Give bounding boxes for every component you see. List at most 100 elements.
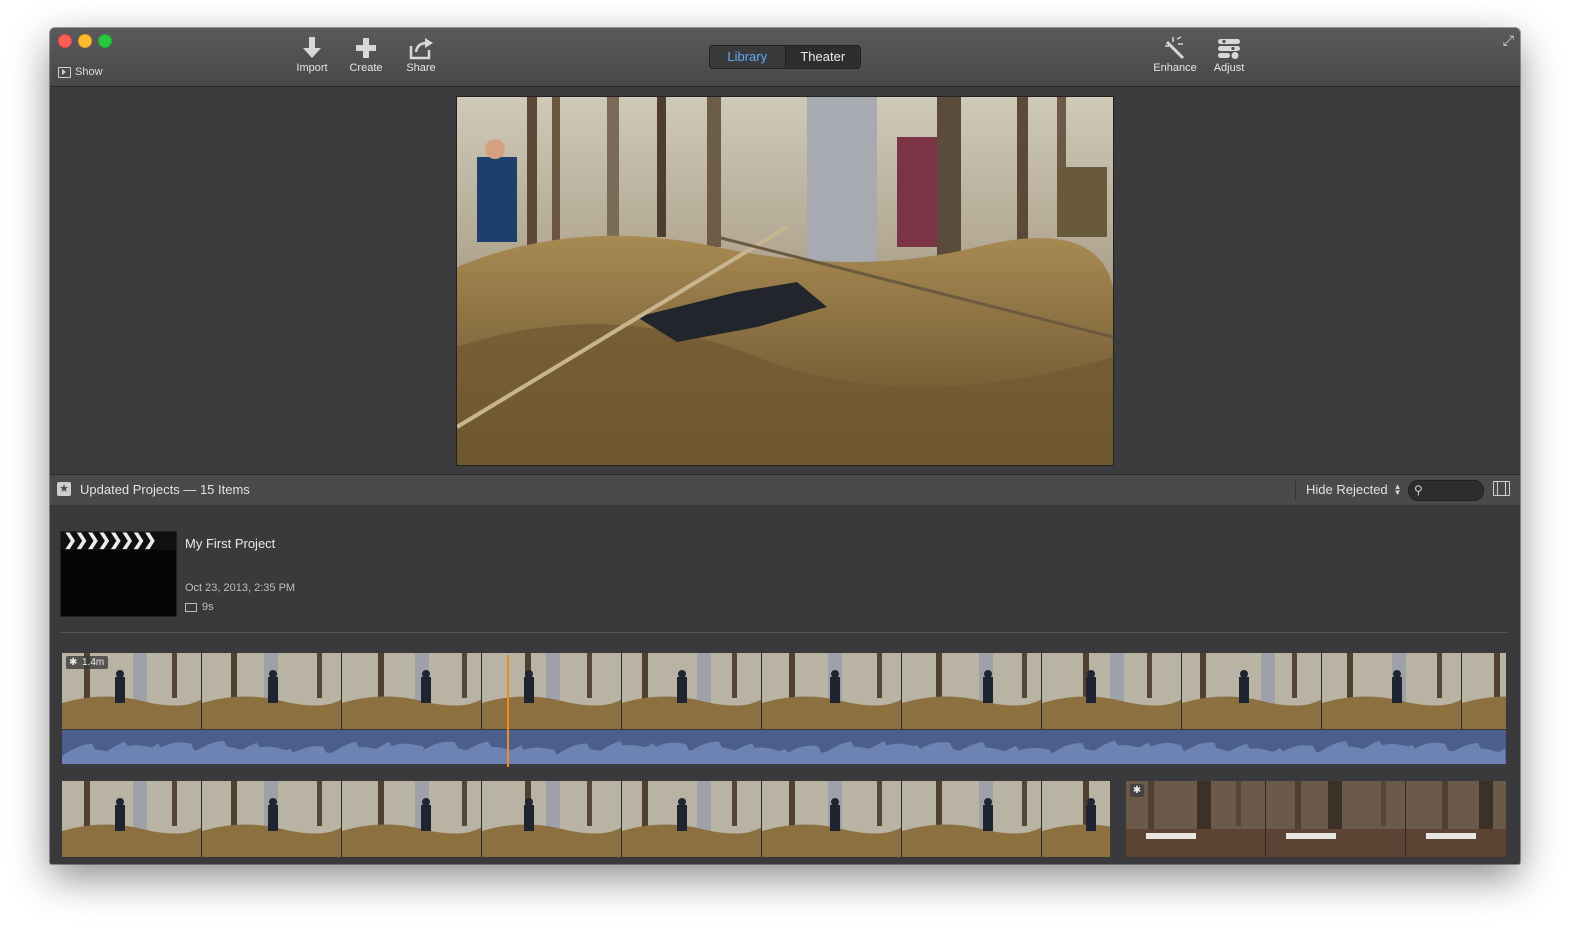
video-thumbnail xyxy=(482,781,621,857)
video-thumbnail xyxy=(1462,653,1506,729)
filmstrip-frame xyxy=(762,781,902,857)
tab-library[interactable]: Library xyxy=(710,46,786,68)
filmstrip-frame xyxy=(1406,781,1506,857)
video-thumbnail xyxy=(1406,781,1506,857)
project-area: ❯❯❯❯❯❯❯❯ My First Project Oct 23, 2013, … xyxy=(50,505,1520,864)
video-thumbnail xyxy=(902,653,1041,729)
video-thumbnail xyxy=(202,653,341,729)
video-thumbnail xyxy=(1182,653,1321,729)
clapperboard-icon: ❯❯❯❯❯❯❯❯ xyxy=(61,532,176,550)
adjust-button[interactable]: Adjust xyxy=(1204,36,1254,74)
expand-arrows-icon: ⤢ xyxy=(1502,32,1514,48)
import-button[interactable]: Import xyxy=(287,36,337,74)
tab-theater[interactable]: Theater xyxy=(786,46,861,68)
viewer xyxy=(50,87,1520,474)
video-thumbnail xyxy=(1322,653,1461,729)
video-thumbnail xyxy=(202,781,341,857)
section-divider xyxy=(60,632,1508,633)
filmstrip-frame xyxy=(902,653,1042,729)
enhance-button[interactable]: Enhance xyxy=(1150,36,1200,74)
video-thumbnail xyxy=(762,653,901,729)
audio-waveform xyxy=(62,730,1506,764)
clip-appearance-icon[interactable] xyxy=(1493,481,1510,496)
minimize-window-button[interactable] xyxy=(78,34,92,48)
video-preview[interactable] xyxy=(456,96,1114,466)
enhance-label: Enhance xyxy=(1153,62,1197,74)
bar-divider xyxy=(1295,481,1296,499)
zoom-window-button[interactable] xyxy=(98,34,112,48)
video-thumbnail xyxy=(762,781,901,857)
filmstrip-frame xyxy=(1042,653,1182,729)
magic-wand-icon xyxy=(1165,36,1185,60)
adjust-sliders-icon xyxy=(1218,39,1240,59)
project-duration: 9s xyxy=(185,601,214,613)
filmstrip-frame xyxy=(622,653,762,729)
clip-row-2[interactable] xyxy=(62,781,1110,864)
filmstrip-frame xyxy=(202,781,342,857)
toolbar: Show Import Create Share Library Theater… xyxy=(50,28,1520,87)
project-date: Oct 23, 2013, 2:35 PM xyxy=(185,582,296,594)
clip-options-icon: ✱ xyxy=(1130,784,1144,797)
filmstrip-frame xyxy=(762,653,902,729)
playhead[interactable] xyxy=(506,655,509,767)
video-thumbnail xyxy=(342,781,481,857)
filmstrip-frame xyxy=(1126,781,1266,857)
video-thumbnail xyxy=(622,781,761,857)
updown-chevron-icon: ▲ ▼ xyxy=(1393,481,1402,497)
show-libraries-button[interactable]: Show xyxy=(58,66,103,78)
show-label: Show xyxy=(75,66,103,78)
plus-icon xyxy=(356,38,376,58)
filmstrip-frame xyxy=(482,781,622,857)
import-arrow-icon xyxy=(303,37,321,58)
filmstrip-frame xyxy=(482,653,622,729)
browser-title: Updated Projects — 15 Items xyxy=(80,482,250,497)
project-duration-value: 9s xyxy=(202,601,214,613)
create-button[interactable]: Create xyxy=(341,36,391,74)
adjust-label: Adjust xyxy=(1213,62,1245,74)
import-label: Import xyxy=(296,62,328,74)
close-window-button[interactable] xyxy=(58,34,72,48)
search-field[interactable]: ⚲ xyxy=(1408,480,1484,501)
project-name[interactable]: My First Project xyxy=(185,536,275,551)
fullscreen-button[interactable]: ⤢ xyxy=(1503,32,1514,49)
hide-rejected-popup[interactable]: Hide Rejected ▲ ▼ xyxy=(1306,482,1402,497)
filmstrip-frame xyxy=(1182,653,1322,729)
share-icon xyxy=(409,38,433,60)
star-icon: ★ xyxy=(57,482,71,496)
clip-row-3[interactable]: ✱ xyxy=(1126,781,1506,864)
filmstrip-frame xyxy=(342,781,482,857)
share-label: Share xyxy=(406,62,436,74)
video-thumbnail xyxy=(1126,781,1265,857)
library-theater-switch: Library Theater xyxy=(709,45,861,69)
filmstrip-frame xyxy=(1266,781,1406,857)
video-thumbnail xyxy=(1042,653,1181,729)
sidebar-toggle-icon xyxy=(58,66,71,78)
create-label: Create xyxy=(349,62,383,74)
filmstrip-frame xyxy=(202,653,342,729)
filmstrip-icon xyxy=(185,602,197,612)
video-frame-image xyxy=(457,97,1113,465)
hide-rejected-label: Hide Rejected xyxy=(1306,482,1388,497)
video-thumbnail xyxy=(342,653,481,729)
video-thumbnail xyxy=(1042,781,1110,857)
video-thumbnail xyxy=(622,653,761,729)
imovie-window: Show Import Create Share Library Theater… xyxy=(50,28,1520,864)
magnifier-icon: ⚲ xyxy=(1414,483,1423,497)
video-thumbnail xyxy=(482,653,621,729)
clip-duration-badge: 1.4m xyxy=(66,656,109,669)
filmstrip-frame xyxy=(902,781,1042,857)
video-thumbnail xyxy=(902,781,1041,857)
clip-row-1[interactable]: 1.4m xyxy=(62,653,1506,765)
filmstrip-frame xyxy=(62,781,202,857)
filmstrip-frame xyxy=(1322,653,1462,729)
share-button[interactable]: Share xyxy=(396,36,446,74)
video-thumbnail xyxy=(62,781,201,857)
waveform-graphic xyxy=(62,740,1506,764)
clip-filmstrip xyxy=(62,781,1110,857)
video-thumbnail xyxy=(1266,781,1405,857)
filmstrip-frame xyxy=(1042,781,1110,857)
clip-filmstrip xyxy=(1126,781,1506,857)
project-thumbnail[interactable]: ❯❯❯❯❯❯❯❯ xyxy=(60,531,177,617)
filmstrip-frame xyxy=(342,653,482,729)
clip-filmstrip xyxy=(62,653,1506,729)
